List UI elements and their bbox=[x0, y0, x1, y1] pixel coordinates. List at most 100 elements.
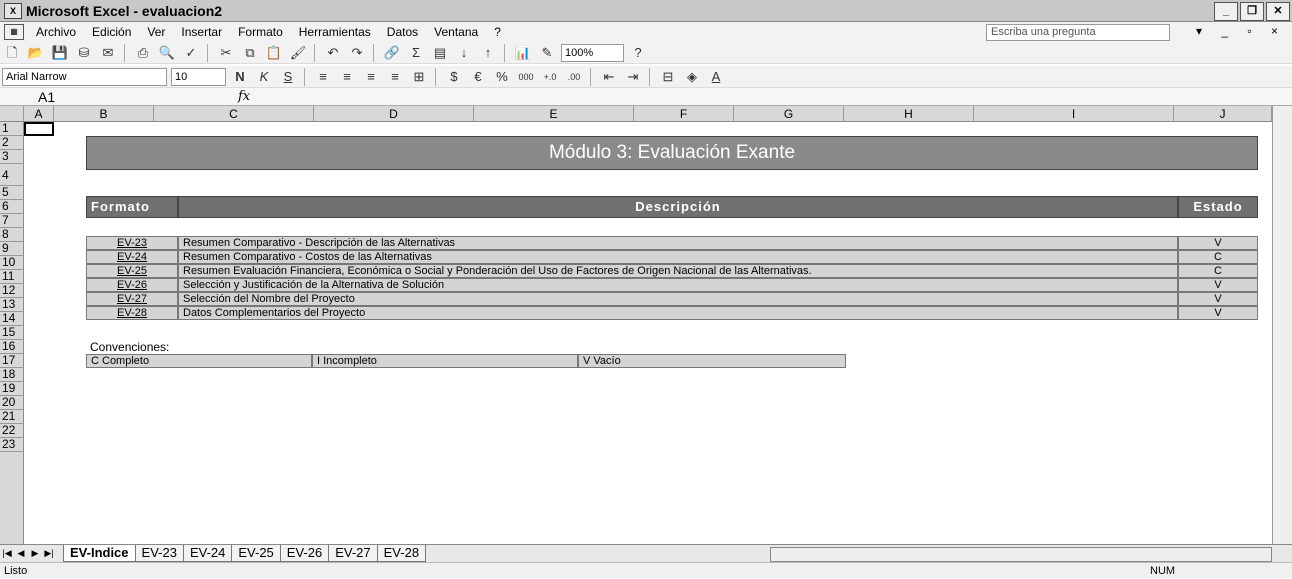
row-header[interactable]: 8 bbox=[0, 228, 24, 242]
document-icon[interactable]: ▦ bbox=[4, 24, 24, 40]
row-header[interactable]: 20 bbox=[0, 396, 24, 410]
format-link-ev23[interactable]: EV-23 bbox=[86, 236, 178, 250]
prev-sheet-icon[interactable]: ◀ bbox=[14, 548, 28, 559]
increase-indent-icon[interactable]: ⇥ bbox=[622, 68, 644, 86]
zoom-select[interactable]: 100% bbox=[561, 43, 624, 62]
format-link-ev27[interactable]: EV-27 bbox=[86, 292, 178, 306]
select-all-corner[interactable] bbox=[0, 106, 24, 122]
insert-function-icon[interactable]: ▤ bbox=[429, 44, 451, 62]
first-sheet-icon[interactable]: |◀ bbox=[0, 548, 14, 559]
menu-ventana[interactable]: Ventana bbox=[426, 25, 486, 39]
column-header-a[interactable]: A bbox=[24, 106, 54, 122]
email-icon[interactable]: ✉ bbox=[97, 44, 119, 62]
align-left-icon[interactable]: ≡ bbox=[312, 68, 334, 86]
active-cell-a1[interactable] bbox=[24, 122, 54, 136]
column-header-i[interactable]: I bbox=[974, 106, 1174, 122]
menu-formato[interactable]: Formato bbox=[230, 25, 291, 39]
tab-ev-26[interactable]: EV-26 bbox=[279, 545, 330, 562]
column-header-j[interactable]: J bbox=[1174, 106, 1272, 122]
sort-descending-icon[interactable]: ↑ bbox=[477, 44, 499, 62]
ask-question-input[interactable]: Escriba una pregunta bbox=[986, 24, 1170, 41]
column-header-c[interactable]: C bbox=[154, 106, 314, 122]
column-header-h[interactable]: H bbox=[844, 106, 974, 122]
open-icon[interactable]: 📂 bbox=[25, 44, 47, 62]
increase-decimal-icon[interactable]: +.0 bbox=[539, 68, 561, 86]
column-header-g[interactable]: G bbox=[734, 106, 844, 122]
tab-ev-28[interactable]: EV-28 bbox=[376, 545, 427, 562]
horizontal-scrollbar[interactable] bbox=[770, 547, 1272, 562]
format-link-ev24[interactable]: EV-24 bbox=[86, 250, 178, 264]
redo-icon[interactable]: ↷ bbox=[346, 44, 368, 62]
font-color-icon[interactable]: A bbox=[705, 68, 727, 86]
column-header-b[interactable]: B bbox=[54, 106, 154, 122]
row-header[interactable]: 23 bbox=[0, 438, 24, 452]
fill-color-icon[interactable]: ◈ bbox=[681, 68, 703, 86]
row-header[interactable]: 19 bbox=[0, 382, 24, 396]
row-header[interactable]: 22 bbox=[0, 424, 24, 438]
tab-ev-24[interactable]: EV-24 bbox=[182, 545, 233, 562]
justify-icon[interactable]: ≡ bbox=[384, 68, 406, 86]
row-header[interactable]: 12 bbox=[0, 284, 24, 298]
font-size-select[interactable]: 10 bbox=[171, 67, 226, 86]
decrease-decimal-icon[interactable]: .00 bbox=[563, 68, 585, 86]
cut-icon[interactable]: ✂ bbox=[215, 44, 237, 62]
tab-ev-indice[interactable]: EV-Indice bbox=[63, 545, 136, 562]
row-header[interactable]: 13 bbox=[0, 298, 24, 312]
row-header[interactable]: 10 bbox=[0, 256, 24, 270]
column-header-e[interactable]: E bbox=[474, 106, 634, 122]
save-icon[interactable]: 💾 bbox=[49, 44, 71, 62]
percent-icon[interactable]: % bbox=[491, 68, 513, 86]
row-header[interactable]: 16 bbox=[0, 340, 24, 354]
row-header[interactable]: 4 bbox=[0, 164, 24, 186]
print-preview-icon[interactable]: 🔍 bbox=[156, 44, 178, 62]
drawing-icon[interactable]: ✎ bbox=[536, 44, 558, 62]
close-button[interactable]: ✕ bbox=[1266, 2, 1290, 21]
tab-ev-23[interactable]: EV-23 bbox=[134, 545, 184, 562]
row-header[interactable]: 21 bbox=[0, 410, 24, 424]
vertical-scrollbar[interactable] bbox=[1272, 106, 1292, 544]
column-header-f[interactable]: F bbox=[634, 106, 734, 122]
menu-datos[interactable]: Datos bbox=[379, 25, 426, 39]
fx-icon[interactable]: fx bbox=[238, 89, 250, 104]
row-header[interactable]: 18 bbox=[0, 368, 24, 382]
format-link-ev25[interactable]: EV-25 bbox=[86, 264, 178, 278]
column-header-d[interactable]: D bbox=[314, 106, 474, 122]
underline-icon[interactable]: S bbox=[277, 68, 299, 86]
copy-icon[interactable]: ⧉ bbox=[239, 44, 261, 62]
format-painter-icon[interactable]: 🖌 bbox=[287, 44, 309, 62]
minimize-button[interactable]: _ bbox=[1214, 2, 1238, 21]
bold-icon[interactable]: N bbox=[229, 68, 251, 86]
align-right-icon[interactable]: ≡ bbox=[360, 68, 382, 86]
currency-icon[interactable]: $ bbox=[443, 68, 465, 86]
format-link-ev26[interactable]: EV-26 bbox=[86, 278, 178, 292]
undo-icon[interactable]: ↶ bbox=[322, 44, 344, 62]
menu-ayuda[interactable]: ? bbox=[486, 25, 509, 39]
permission-icon[interactable]: ⛁ bbox=[73, 44, 95, 62]
align-center-icon[interactable]: ≡ bbox=[336, 68, 358, 86]
worksheet-grid[interactable] bbox=[24, 122, 1272, 544]
font-name-select[interactable]: Arial Narrow bbox=[2, 67, 167, 86]
paste-icon[interactable]: 📋 bbox=[263, 44, 285, 62]
thousands-icon[interactable]: 000 bbox=[515, 68, 537, 86]
row-header[interactable]: 5 bbox=[0, 186, 24, 200]
format-link-ev28[interactable]: EV-28 bbox=[86, 306, 178, 320]
row-header[interactable]: 9 bbox=[0, 242, 24, 256]
row-header[interactable]: 15 bbox=[0, 326, 24, 340]
menu-insertar[interactable]: Insertar bbox=[173, 25, 230, 39]
row-header[interactable]: 14 bbox=[0, 312, 24, 326]
row-header[interactable]: 6 bbox=[0, 200, 24, 214]
new-icon[interactable]: 🗋 bbox=[1, 44, 23, 62]
print-icon[interactable]: ⎙ bbox=[132, 44, 154, 62]
menu-herramientas[interactable]: Herramientas bbox=[291, 25, 379, 39]
chart-wizard-icon[interactable]: 📊 bbox=[512, 44, 534, 62]
tab-ev-25[interactable]: EV-25 bbox=[231, 545, 281, 562]
row-header[interactable]: 7 bbox=[0, 214, 24, 228]
restore-button[interactable]: ❐ bbox=[1240, 2, 1264, 21]
euro-icon[interactable]: € bbox=[467, 68, 489, 86]
italic-icon[interactable]: K bbox=[253, 68, 275, 86]
menu-edicion[interactable]: Edición bbox=[84, 25, 139, 39]
borders-icon[interactable]: ⊟ bbox=[657, 68, 679, 86]
menu-archivo[interactable]: Archivo bbox=[28, 25, 84, 39]
row-header[interactable]: 1 bbox=[0, 122, 24, 136]
autosum-icon[interactable]: Σ bbox=[405, 44, 427, 62]
